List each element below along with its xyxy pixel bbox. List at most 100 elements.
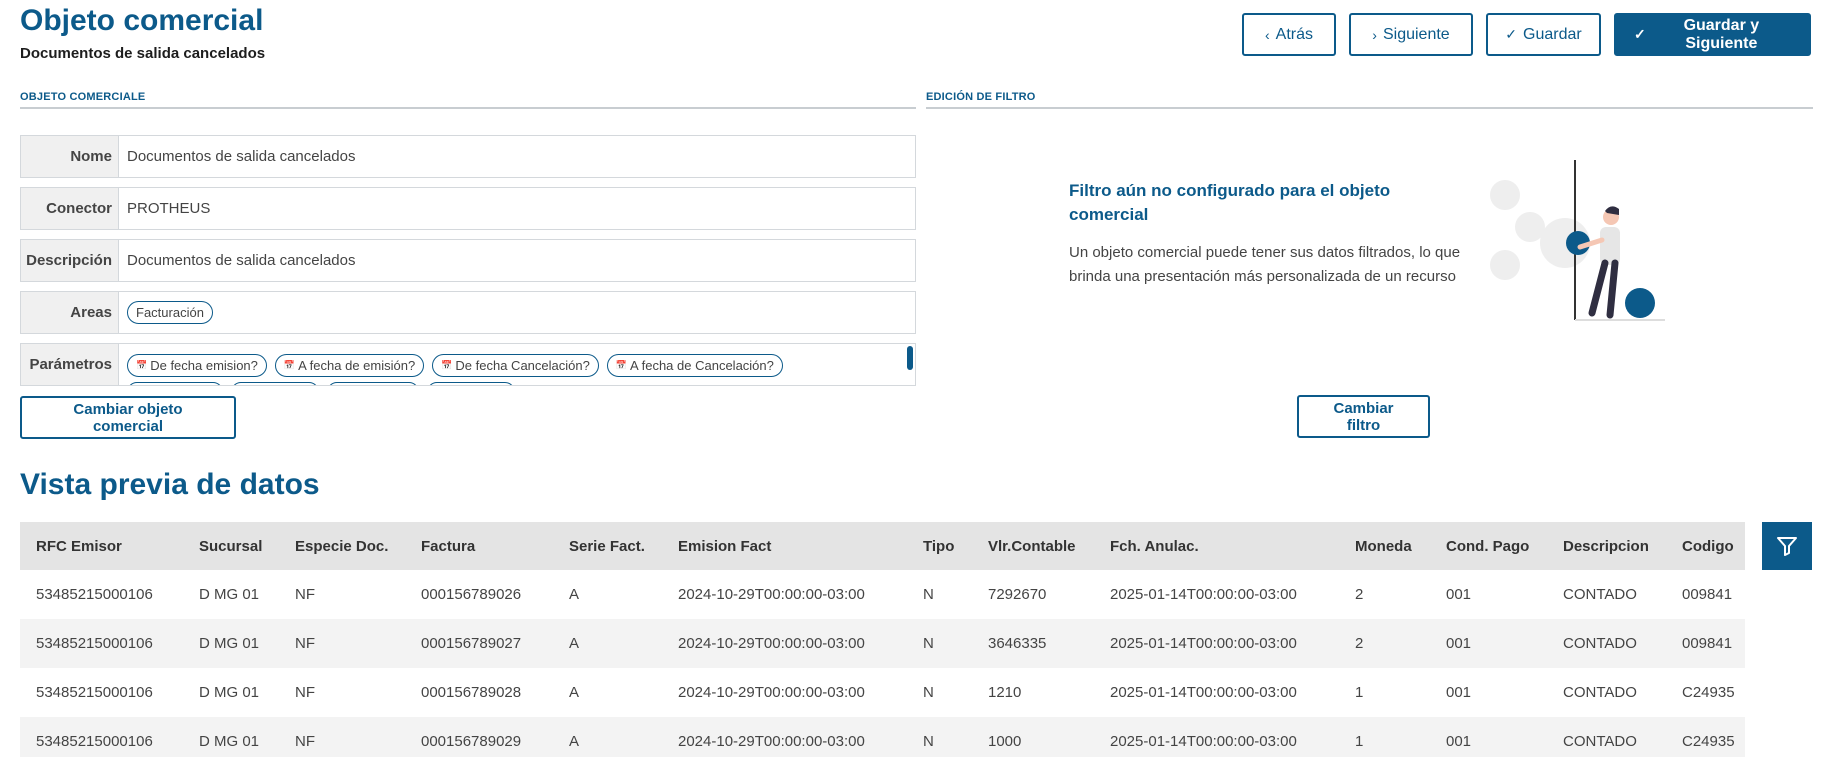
parameter-chip[interactable]: 📅 A fecha de emisión? bbox=[274, 354, 425, 377]
parameter-chip-label: A fecha de Cancelación? bbox=[630, 358, 774, 373]
table-cell: CONTADO bbox=[1547, 717, 1666, 757]
table-cell: A bbox=[569, 586, 580, 603]
areas-label: Areas bbox=[21, 292, 119, 333]
filter-toggle-button[interactable] bbox=[1762, 522, 1812, 570]
column-header[interactable]: Fch. Anulac. bbox=[1094, 522, 1339, 570]
column-header[interactable]: Descripcion bbox=[1547, 522, 1666, 570]
table-row[interactable]: 53485215000106 D MG 01 NF 000156789029 A 2024… bbox=[20, 717, 1745, 757]
table-cell: 000156789029 bbox=[405, 717, 553, 757]
table-cell: 53485215000106 bbox=[20, 619, 183, 668]
parameter-chip[interactable] bbox=[127, 382, 223, 385]
save-button[interactable]: ✓ Guardar bbox=[1486, 13, 1601, 56]
column-header[interactable]: Serie Fact. bbox=[553, 522, 662, 570]
data-preview-title: Vista previa de datos bbox=[20, 468, 320, 501]
next-button[interactable]: › Siguiente bbox=[1349, 13, 1473, 56]
table-cell: 3646335 bbox=[972, 619, 1094, 668]
save-label: Guardar bbox=[1523, 25, 1582, 43]
back-button[interactable]: ‹ Atrás bbox=[1242, 13, 1336, 56]
table-cell: A bbox=[553, 717, 662, 757]
top-actions: ‹ Atrás › Siguiente ✓ Guardar ✓ Guardar … bbox=[1242, 13, 1811, 56]
name-value: Documentos de salida cancelados bbox=[127, 148, 356, 165]
change-object-button[interactable]: Cambiar objeto comercial bbox=[20, 396, 236, 439]
parameter-chip[interactable]: 📅 De fecha emision? bbox=[127, 354, 267, 377]
table-cell: C24935 bbox=[1666, 717, 1745, 757]
calendar-icon: 📅 bbox=[615, 360, 628, 370]
parameter-chip[interactable] bbox=[231, 382, 319, 385]
table-cell: N bbox=[907, 717, 972, 757]
table-cell: 001 bbox=[1446, 684, 1472, 701]
areas-row: Areas Facturación bbox=[20, 291, 916, 334]
parameter-chip[interactable]: 📅 De fecha Cancelación? bbox=[432, 354, 599, 377]
scrollbar-thumb[interactable] bbox=[907, 346, 913, 370]
table-cell: D MG 01 bbox=[199, 684, 260, 701]
parameters-list[interactable]: 📅 De fecha emision? 📅 A fecha de emisión? … bbox=[119, 344, 915, 385]
name-row: Nome Documentos de salida cancelados bbox=[20, 135, 916, 178]
check-icon: ✓ bbox=[1634, 26, 1646, 42]
table-cell: 2024-10-29T00:00:00-03:00 bbox=[662, 619, 907, 668]
table-row[interactable]: 53485215000106 D MG 01 NF 000156789026 A 2024… bbox=[20, 570, 1745, 619]
filter-empty-title: Filtro aún no configurado para el objeto… bbox=[1069, 181, 1391, 224]
table-cell: N bbox=[923, 586, 934, 603]
table-cell: 2024-10-29T00:00:00-03:00 bbox=[678, 684, 865, 701]
section-filter-edit: EDICIÓN DE FILTRO bbox=[926, 91, 1813, 109]
table-cell: 53485215000106 bbox=[36, 586, 153, 603]
calendar-icon: 📅 bbox=[283, 360, 296, 370]
table-cell: 2025-01-14T00:00:00-03:00 bbox=[1110, 684, 1297, 701]
parameter-chip-label: De fecha emision? bbox=[150, 358, 258, 373]
save-and-next-label: Guardar y Siguiente bbox=[1683, 16, 1760, 52]
table-cell: 2024-10-29T00:00:00-03:00 bbox=[662, 717, 907, 757]
table-cell: 1 bbox=[1355, 684, 1364, 701]
table-cell: D MG 01 bbox=[183, 619, 279, 668]
table-cell: CONTADO bbox=[1547, 619, 1666, 668]
check-icon: ✓ bbox=[1505, 26, 1518, 42]
parameter-chip[interactable] bbox=[427, 382, 515, 385]
table-cell: 2025-01-14T00:00:00-03:00 bbox=[1094, 717, 1339, 757]
table-cell: D MG 01 bbox=[199, 586, 260, 603]
column-header[interactable]: RFC Emisor bbox=[20, 522, 183, 570]
description-label: Descripción bbox=[21, 240, 119, 281]
section-business-object: OBJETO COMERCIALE bbox=[20, 91, 916, 109]
column-header[interactable]: Vlr.Contable bbox=[972, 522, 1094, 570]
column-header[interactable]: Cond. Pago bbox=[1430, 522, 1547, 570]
table-cell: 001 bbox=[1430, 717, 1547, 757]
column-header[interactable]: Especie Doc. bbox=[279, 522, 405, 570]
table-cell: NF bbox=[295, 586, 315, 603]
column-header[interactable]: Codigo bbox=[1666, 522, 1745, 570]
table-cell: NF bbox=[279, 619, 405, 668]
description-row: Descripción Documentos de salida cancela… bbox=[20, 239, 916, 282]
calendar-icon: 📅 bbox=[136, 360, 148, 370]
back-label: Atrás bbox=[1275, 25, 1313, 43]
column-header[interactable]: Tipo bbox=[907, 522, 972, 570]
column-header[interactable]: Moneda bbox=[1339, 522, 1430, 570]
parameter-chip[interactable] bbox=[327, 382, 419, 385]
table-cell: 53485215000106 bbox=[36, 684, 153, 701]
table-cell: 2025-01-14T00:00:00-03:00 bbox=[1094, 619, 1339, 668]
connector-value: PROTHEUS bbox=[127, 200, 211, 217]
column-header[interactable]: Emision Fact bbox=[662, 522, 907, 570]
table-row[interactable]: 53485215000106 D MG 01 NF 000156789027 A 2024… bbox=[20, 619, 1745, 668]
funnel-icon bbox=[1777, 537, 1797, 556]
table-cell: 2 bbox=[1355, 586, 1364, 603]
data-preview-table[interactable]: RFC Emisor Sucursal Especie Doc. Factura… bbox=[20, 522, 1745, 757]
name-label: Nome bbox=[21, 136, 119, 177]
table-cell: CONTADO bbox=[1563, 684, 1637, 701]
connector-label: Conector bbox=[21, 188, 119, 229]
connector-row: Conector PROTHEUS bbox=[20, 187, 916, 230]
table-row[interactable]: 53485215000106 D MG 01 NF 000156789028 A 2024… bbox=[20, 668, 1745, 717]
parameters-chips: 📅 De fecha emision? 📅 A fecha de emisión? … bbox=[127, 354, 791, 377]
table-cell: NF bbox=[295, 684, 315, 701]
filter-empty-description: Un objeto comercial puede tener sus dato… bbox=[1069, 244, 1461, 285]
change-filter-button[interactable]: Cambiar filtro bbox=[1297, 395, 1430, 438]
save-and-next-button[interactable]: ✓ Guardar y Siguiente bbox=[1614, 13, 1811, 56]
table-cell: N bbox=[923, 684, 934, 701]
page-subtitle: Documentos de salida cancelados bbox=[20, 45, 266, 62]
table-cell: 1210 bbox=[988, 684, 1022, 701]
table-cell: 2024-10-29T00:00:00-03:00 bbox=[678, 586, 865, 603]
table-cell: 7292670 bbox=[988, 586, 1047, 603]
parameter-chip[interactable]: 📅 A fecha de Cancelación? bbox=[606, 354, 783, 377]
column-header[interactable]: Sucursal bbox=[183, 522, 279, 570]
parameters-overflow-row bbox=[127, 382, 523, 385]
column-header[interactable]: Factura bbox=[405, 522, 553, 570]
area-chip[interactable]: Facturación bbox=[127, 301, 213, 324]
table-cell: 009841 bbox=[1682, 586, 1733, 603]
